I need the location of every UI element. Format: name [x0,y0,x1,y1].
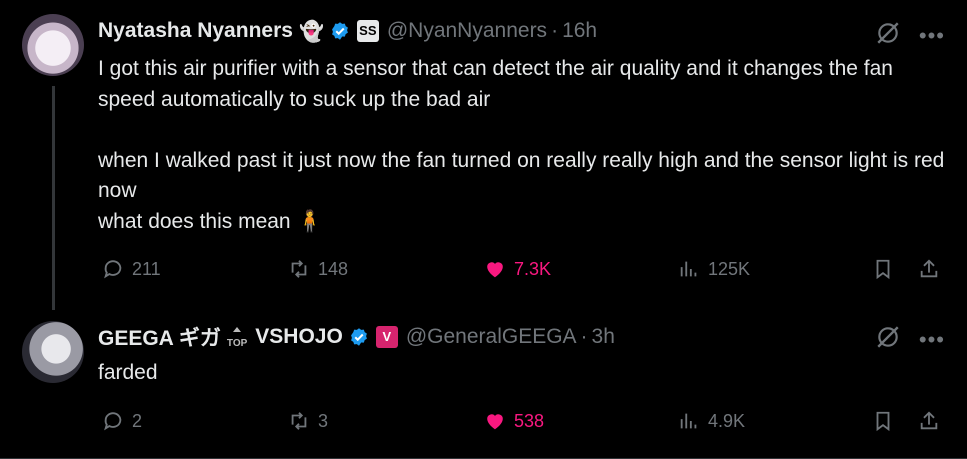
views-button[interactable]: 125K [678,258,750,280]
like-count: 538 [514,410,545,431]
like-button[interactable]: 538 [484,410,544,432]
bookmark-button[interactable] [872,258,894,280]
share-button[interactable] [918,258,940,280]
repost-count: 148 [318,258,349,279]
repost-button[interactable]: 148 [288,258,348,280]
tweet-header: Nyatasha Nyanners 👻 SS @NyanNyanners · 1… [98,16,947,46]
tweet[interactable]: Nyatasha Nyanners 👻 SS @NyanNyanners · 1… [0,0,967,310]
thread-line [52,86,55,310]
top-badge-icon: TOP [227,326,247,349]
tweet[interactable]: GEEGA ギガ TOP VSHOJO V @GeneralGEEGA · 3h… [0,310,967,459]
like-button[interactable]: 7.3K [484,258,551,280]
repost-icon [291,260,307,278]
separator: · [551,19,559,42]
views-icon [680,261,697,277]
verified-icon[interactable] [349,327,369,347]
bookmark-button[interactable] [872,410,894,432]
author-name[interactable]: GEEGA ギガ [98,322,221,352]
tweet-actions: 2 3 538 4.9K [98,406,947,436]
grok-icon[interactable] [875,20,901,51]
reply-count: 2 [132,410,143,431]
more-icon[interactable]: ••• [919,328,945,350]
views-count: 125K [708,258,751,279]
like-icon [487,414,503,430]
verified-icon[interactable] [330,21,350,41]
tweet-top-actions: ••• [875,324,945,355]
name-emoji: 👻 [298,20,324,43]
like-count: 7.3K [514,258,552,279]
bookmark-icon [876,259,890,280]
like-icon [487,262,503,278]
share-icon [920,411,938,430]
reply-icon [104,260,122,279]
tweet-text: I got this air purifier with a sensor th… [98,57,945,233]
affiliate-badge[interactable]: V [375,326,398,348]
top-badge-label: TOP [226,337,248,349]
views-icon [680,413,697,429]
reply-icon [104,412,122,431]
bookmark-icon [876,411,890,432]
grok-icon[interactable] [875,324,901,355]
share-button[interactable] [918,410,940,432]
share-icon [920,259,938,278]
views-count: 4.9K [708,410,746,431]
tweet-text: farded [98,361,158,384]
views-button[interactable]: 4.9K [678,410,745,432]
reply-button[interactable]: 211 [102,258,161,280]
author-handle[interactable]: @GeneralGEEGA [406,325,577,349]
affiliate-badge[interactable]: SS [356,20,379,42]
tweet-header: GEEGA ギガ TOP VSHOJO V @GeneralGEEGA · 3h [98,322,947,352]
reply-button[interactable]: 2 [102,410,142,432]
avatar[interactable] [22,14,84,76]
author-name[interactable]: Nyatasha Nyanners [98,19,293,43]
avatar[interactable] [22,321,84,383]
more-icon[interactable]: ••• [919,24,945,46]
repost-button[interactable]: 3 [288,410,328,432]
tweet-actions: 211 148 7.3K 125K [98,254,947,284]
separator: · [580,325,588,348]
repost-count: 3 [318,410,329,431]
repost-icon [291,412,307,430]
tweet-top-actions: ••• [875,20,945,51]
author-handle[interactable]: @NyanNyanners [387,19,547,43]
timestamp[interactable]: 16h [562,19,597,43]
author-name-suffix[interactable]: VSHOJO [255,325,343,349]
reply-count: 211 [132,258,161,279]
timestamp[interactable]: 3h [592,325,615,349]
